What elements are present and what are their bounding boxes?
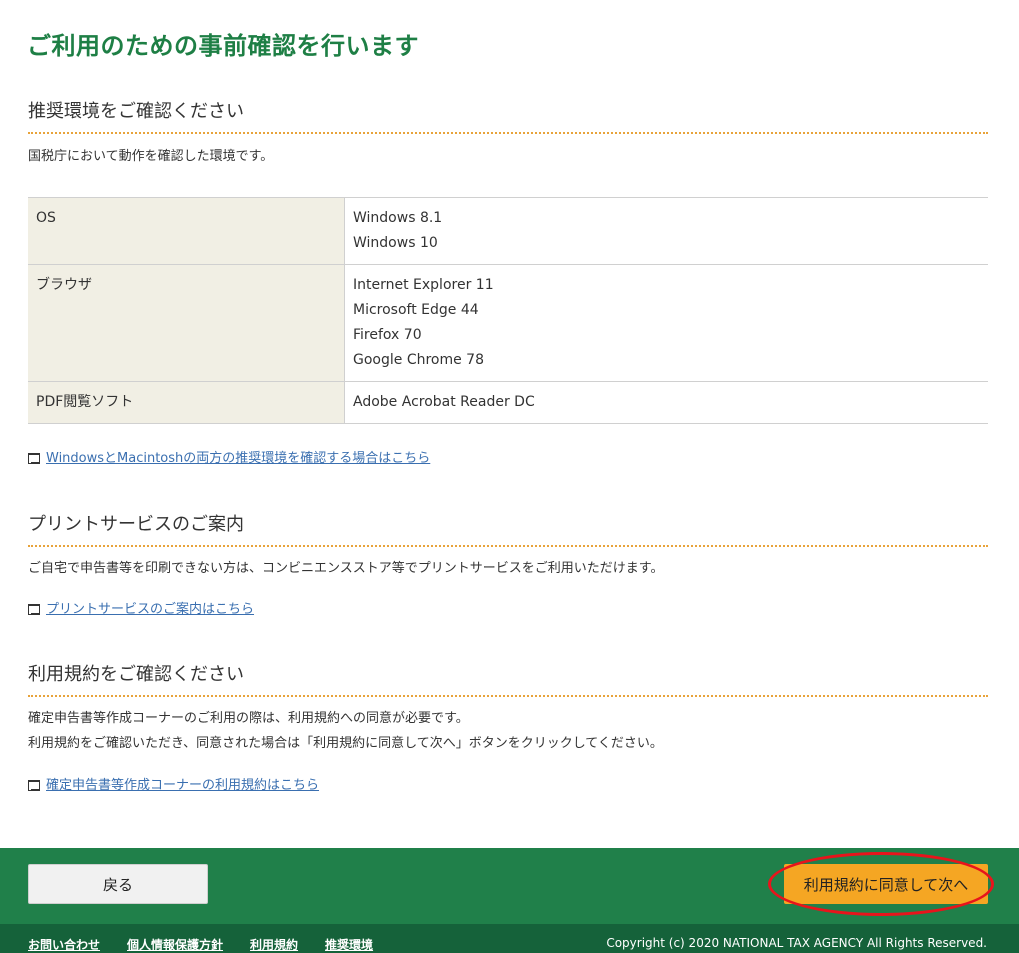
- print-service-link-row: プリントサービスのご案内はこちら: [28, 598, 254, 617]
- browser-label: ブラウザ: [36, 277, 92, 293]
- both-os-environment-link[interactable]: WindowsとMacintoshの両方の推奨環境を確認する場合はこちら: [46, 451, 430, 466]
- footer-link-recommended-environment[interactable]: 推奨環境: [325, 938, 373, 952]
- footer-link-contact[interactable]: お問い合わせ: [28, 938, 100, 952]
- environment-description: 国税庁において動作を確認した環境です。: [28, 149, 274, 164]
- terms-link-row: 確定申告書等作成コーナーの利用規約はこちら: [28, 774, 319, 793]
- table-row-value: Windows 8.1 Windows 10: [344, 197, 988, 265]
- table-row-label: OS: [28, 197, 345, 265]
- page-title: ご利用のための事前確認を行います: [27, 32, 419, 60]
- agree-and-next-button[interactable]: 利用規約に同意して次へ: [784, 864, 988, 904]
- new-window-icon: [28, 604, 40, 615]
- section-heading-print-service: プリントサービスのご案内: [28, 510, 988, 547]
- table-row-value: Internet Explorer 11 Microsoft Edge 44 F…: [344, 264, 988, 382]
- browser-value: Google Chrome 78: [353, 352, 484, 368]
- environment-link-row: WindowsとMacintoshの両方の推奨環境を確認する場合はこちら: [28, 447, 430, 466]
- terms-description-2: 利用規約をご確認いただき、同意された場合は「利用規約に同意して次へ」ボタンをクリ…: [28, 736, 663, 751]
- browser-value: Internet Explorer 11: [353, 277, 494, 293]
- back-button[interactable]: 戻る: [28, 864, 208, 904]
- browser-value: Microsoft Edge 44: [353, 302, 479, 318]
- footer-links: お問い合わせ 個人情報保護方針 利用規約 推奨環境: [28, 936, 400, 953]
- copyright-text: Copyright (c) 2020 NATIONAL TAX AGENCY A…: [606, 936, 987, 950]
- table-row-label: ブラウザ: [28, 264, 345, 382]
- footer-link-terms[interactable]: 利用規約: [250, 938, 298, 952]
- table-row: ブラウザ Internet Explorer 11 Microsoft Edge…: [28, 264, 988, 382]
- table-row: OS Windows 8.1 Windows 10: [28, 197, 988, 265]
- terms-link[interactable]: 確定申告書等作成コーナーの利用規約はこちら: [46, 778, 319, 793]
- pdf-viewer-value: Adobe Acrobat Reader DC: [353, 394, 535, 410]
- os-label: OS: [36, 210, 56, 226]
- table-row-label: PDF閲覧ソフト: [28, 381, 345, 424]
- browser-value: Firefox 70: [353, 327, 422, 343]
- new-window-icon: [28, 780, 40, 791]
- section-heading-terms: 利用規約をご確認ください: [28, 660, 988, 697]
- section-heading-environment: 推奨環境をご確認ください: [28, 97, 988, 134]
- print-service-description: ご自宅で申告書等を印刷できない方は、コンビニエンスストア等でプリントサービスをご…: [28, 561, 664, 576]
- recommended-environment-table: OS Windows 8.1 Windows 10 ブラウザ Internet …: [28, 197, 988, 424]
- table-row-value: Adobe Acrobat Reader DC: [344, 381, 988, 424]
- os-value: Windows 8.1: [353, 210, 443, 226]
- table-row: PDF閲覧ソフト Adobe Acrobat Reader DC: [28, 381, 988, 424]
- footer-link-privacy-policy[interactable]: 個人情報保護方針: [127, 938, 223, 952]
- print-service-link[interactable]: プリントサービスのご案内はこちら: [46, 602, 254, 617]
- new-window-icon: [28, 453, 40, 464]
- terms-description-1: 確定申告書等作成コーナーのご利用の際は、利用規約への同意が必要です。: [28, 711, 469, 726]
- footer: お問い合わせ 個人情報保護方針 利用規約 推奨環境 Copyright (c) 202…: [0, 924, 1019, 953]
- pdf-viewer-label: PDF閲覧ソフト: [36, 394, 134, 410]
- action-bar: 戻る 利用規約に同意して次へ: [0, 848, 1019, 924]
- os-value: Windows 10: [353, 235, 438, 251]
